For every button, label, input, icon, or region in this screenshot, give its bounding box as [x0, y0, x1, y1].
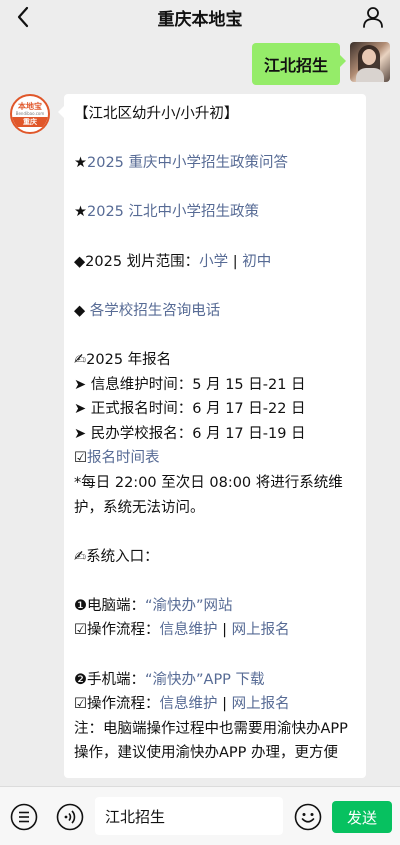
phone-prefix: ◆ [74, 302, 90, 319]
bot-avatar[interactable]: 本地宝 Bendibao.com 重庆 [10, 94, 50, 134]
app-note: 注：电脑端操作过程中也需要用渝快办APP 操作，建议使用渝快办APP 办理，更方… [74, 720, 348, 762]
registration-private-time: ➤ 民办学校报名：6 月 17 日-19 日 [74, 425, 306, 442]
emoji-icon [294, 803, 322, 831]
pc-register-link[interactable]: 网上报名 [232, 622, 290, 638]
zone-prefix: ◆2025 划片范围： [74, 253, 200, 270]
policy-qa-link[interactable]: 2025 重庆中小学招生政策问答 [87, 155, 288, 171]
star-marker: ★ [74, 204, 87, 221]
avatar-city-text: 重庆 [12, 116, 48, 127]
check-icon: ☑ [74, 450, 87, 467]
pc-flow-prefix: ☑操作流程： [74, 622, 160, 639]
mobile-app-link[interactable]: “渝快办”APP 下载 [145, 672, 265, 688]
mobile-register-link[interactable]: 网上报名 [232, 696, 290, 712]
profile-button[interactable] [360, 4, 386, 30]
policy-qa-row: ★2025 重庆中小学招生政策问答 [74, 151, 358, 176]
pc-flow-row: ☑操作流程：信息维护 | 网上报名 [74, 618, 358, 643]
pc-entry-row: ❶电脑端：“渝快办”网站 [74, 594, 358, 619]
pc-website-link[interactable]: “渝快办”网站 [145, 598, 233, 614]
input-bar: 江北招生 发送 [0, 786, 400, 845]
maintenance-notice: *每日 22:00 至次日 08:00 将进行系统维护，系统无法访问。 [74, 474, 343, 516]
entry-title: ✍系统入口： [74, 548, 159, 565]
user-message: 江北招生 [251, 42, 390, 85]
bot-message: 本地宝 Bendibao.com 重庆 【江北区幼升小/小升初】 ★2025 重… [10, 94, 366, 779]
phone-link[interactable]: 各学校招生咨询电话 [90, 303, 221, 319]
pc-flow-separator: | [217, 622, 232, 639]
person-icon [363, 7, 383, 28]
phone-row: ◆ 各学校招生咨询电话 [74, 299, 358, 324]
menu-button[interactable] [10, 803, 38, 831]
message-heading: 【江北区幼升小/小升初】 [74, 106, 239, 122]
back-button[interactable] [10, 4, 36, 30]
registration-table-row: ☑报名时间表 [74, 446, 358, 471]
pc-prefix: ❶电脑端： [74, 597, 145, 614]
pc-info-link[interactable]: 信息维护 [160, 622, 218, 638]
chevron-left-icon [17, 6, 29, 28]
zone-primary-link[interactable]: 小学 [199, 254, 228, 270]
page-title: 重庆本地宝 [157, 9, 243, 30]
mobile-flow-separator: | [217, 696, 232, 713]
registration-info-time: ➤ 信息维护时间：5 月 15 日-21 日 [74, 376, 306, 393]
star-marker: ★ [74, 155, 87, 172]
zone-row: ◆2025 划片范围：小学 | 初中 [74, 250, 358, 275]
top-bar: 重庆本地宝 [0, 0, 400, 34]
user-avatar[interactable] [350, 42, 390, 82]
avatar-brand-text: 本地宝 [18, 101, 42, 111]
send-button[interactable]: 发送 [332, 801, 392, 833]
message-input[interactable]: 江北招生 [95, 797, 283, 835]
mobile-flow-row: ☑操作流程：信息维护 | 网上报名 [74, 692, 358, 717]
registration-formal-time: ➤ 正式报名时间：6 月 17 日-22 日 [74, 401, 306, 418]
zone-separator: | [228, 253, 243, 270]
list-icon [10, 803, 38, 831]
mobile-info-link[interactable]: 信息维护 [160, 696, 218, 712]
emoji-button[interactable] [294, 803, 322, 831]
chat-area[interactable]: 江北招生 本地宝 Bendibao.com 重庆 【江北区幼升小/小升初】 ★2… [0, 34, 400, 786]
registration-table-link[interactable]: 报名时间表 [87, 450, 160, 466]
mobile-flow-prefix: ☑操作流程： [74, 696, 160, 713]
mobile-entry-row: ❷手机端：“渝快办”APP 下载 [74, 668, 358, 693]
voice-button[interactable] [56, 803, 84, 831]
mobile-prefix: ❷手机端： [74, 671, 145, 688]
zone-middle-link[interactable]: 初中 [242, 254, 271, 270]
registration-title: ✍2025 年报名 [74, 351, 172, 368]
policy-jb-row: ★2025 江北中小学招生政策 [74, 200, 358, 225]
user-message-bubble[interactable]: 江北招生 [251, 43, 347, 85]
voice-icon [56, 803, 84, 831]
bot-message-bubble: 【江北区幼升小/小升初】 ★2025 重庆中小学招生政策问答 ★2025 江北中… [58, 94, 366, 779]
policy-jb-link[interactable]: 2025 江北中小学招生政策 [87, 204, 259, 220]
